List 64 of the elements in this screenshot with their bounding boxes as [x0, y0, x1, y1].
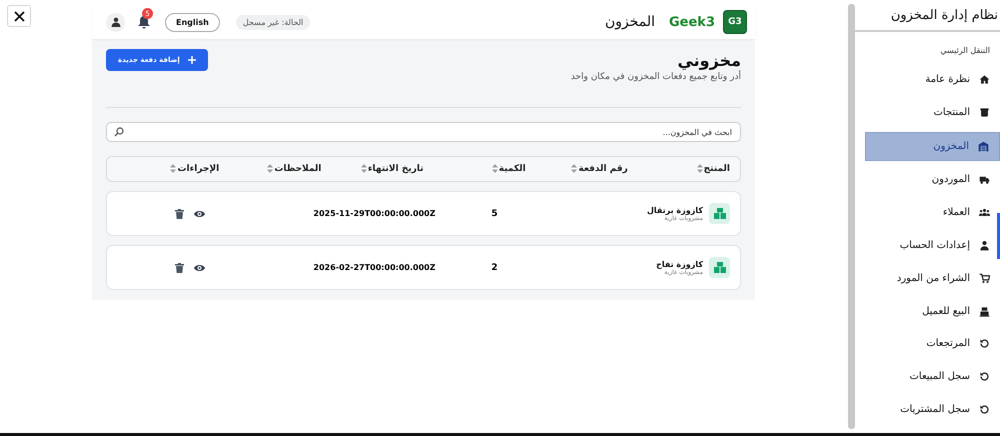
sort-icon[interactable] — [360, 164, 367, 173]
brand-name: Geek3 — [669, 14, 715, 30]
product-name: كازوزة تفاح — [656, 260, 703, 268]
sort-icon[interactable] — [492, 164, 498, 173]
column-header[interactable]: الكمية — [498, 164, 526, 174]
scrollbar[interactable] — [848, 4, 855, 429]
sidebar-item[interactable]: المخزون — [865, 132, 1000, 161]
user-avatar-button[interactable] — [106, 12, 125, 32]
search-field[interactable]: ابحث في المخزون... — [106, 122, 741, 142]
close-button[interactable] — [7, 5, 31, 27]
view-icon[interactable] — [194, 210, 206, 218]
sidebar-item[interactable]: المنتجات — [865, 98, 1000, 126]
sort-icon[interactable] — [267, 164, 274, 173]
logo: G3 — [723, 10, 747, 34]
expiry-date-cell: 2026-02-27T00:00:00.000Z — [313, 263, 436, 272]
column-header[interactable]: الملاحظات — [274, 164, 322, 174]
product-name: كازوزة برتقال — [646, 206, 703, 214]
language-button[interactable]: English — [165, 12, 220, 32]
delete-icon[interactable] — [175, 208, 184, 218]
app-title: نظام إدارة المخزون — [855, 0, 1000, 32]
sidebar-item[interactable]: العملاء — [865, 199, 1000, 226]
undo-icon — [979, 371, 990, 382]
sort-icon[interactable] — [696, 164, 703, 173]
page-subtitle: أدر وتابع جميع دفعات المخزون في مكان واحد — [570, 72, 741, 82]
scrollbar-thumb[interactable] — [997, 213, 1000, 259]
cart-icon — [979, 272, 990, 284]
column-header[interactable]: رقم الدفعة — [578, 164, 628, 174]
plus-icon — [188, 56, 196, 64]
section-label: التنقل الرئيسي — [939, 45, 991, 57]
undo-icon — [979, 404, 990, 415]
search-icon — [114, 127, 124, 137]
product-icon — [709, 257, 730, 278]
warehouse-icon — [978, 140, 989, 152]
status-pill: الحالة: غير مسجل — [236, 14, 310, 30]
close-icon — [14, 10, 24, 22]
home-icon — [979, 74, 990, 85]
sidebar-item[interactable]: سجل المشتريات — [865, 396, 1000, 423]
delete-icon[interactable] — [175, 262, 184, 272]
sidebar-item[interactable]: الموردون — [865, 166, 1000, 194]
quantity-cell-text: 5 — [490, 208, 499, 218]
header-title: المخزون — [604, 14, 655, 30]
quantity-cell-text: 2 — [490, 262, 499, 272]
product-icon — [709, 203, 730, 224]
box-icon — [979, 106, 990, 118]
column-header[interactable]: تاريخ الانتهاء — [368, 164, 424, 174]
expiry-date-cell: 2025-11-29T00:00:00.000Z — [313, 209, 436, 218]
cash-register-icon — [979, 306, 990, 317]
user-icon — [110, 17, 120, 27]
column-header[interactable]: المنتج — [704, 164, 730, 174]
undo-icon — [979, 338, 990, 350]
sidebar-item[interactable]: الشراء من المورد — [865, 264, 1000, 292]
page-title: مخزوني — [676, 51, 741, 70]
sidebar-item[interactable]: المرتجعات — [865, 330, 1000, 358]
sort-icon[interactable] — [571, 164, 578, 173]
users-icon — [979, 207, 990, 218]
sidebar-item[interactable]: البيع للعميل — [865, 298, 1000, 325]
sidebar-item[interactable]: نظرة عامة — [865, 66, 1000, 93]
sidebar-item[interactable]: سجل المبيعات — [865, 363, 1000, 390]
view-icon[interactable] — [194, 264, 206, 272]
truck-icon — [979, 174, 990, 186]
sidebar-item[interactable]: إعدادات الحساب — [865, 232, 1000, 259]
user-icon — [979, 240, 990, 251]
column-header[interactable]: الإجراءات — [177, 164, 220, 174]
sort-icon[interactable] — [170, 164, 176, 173]
